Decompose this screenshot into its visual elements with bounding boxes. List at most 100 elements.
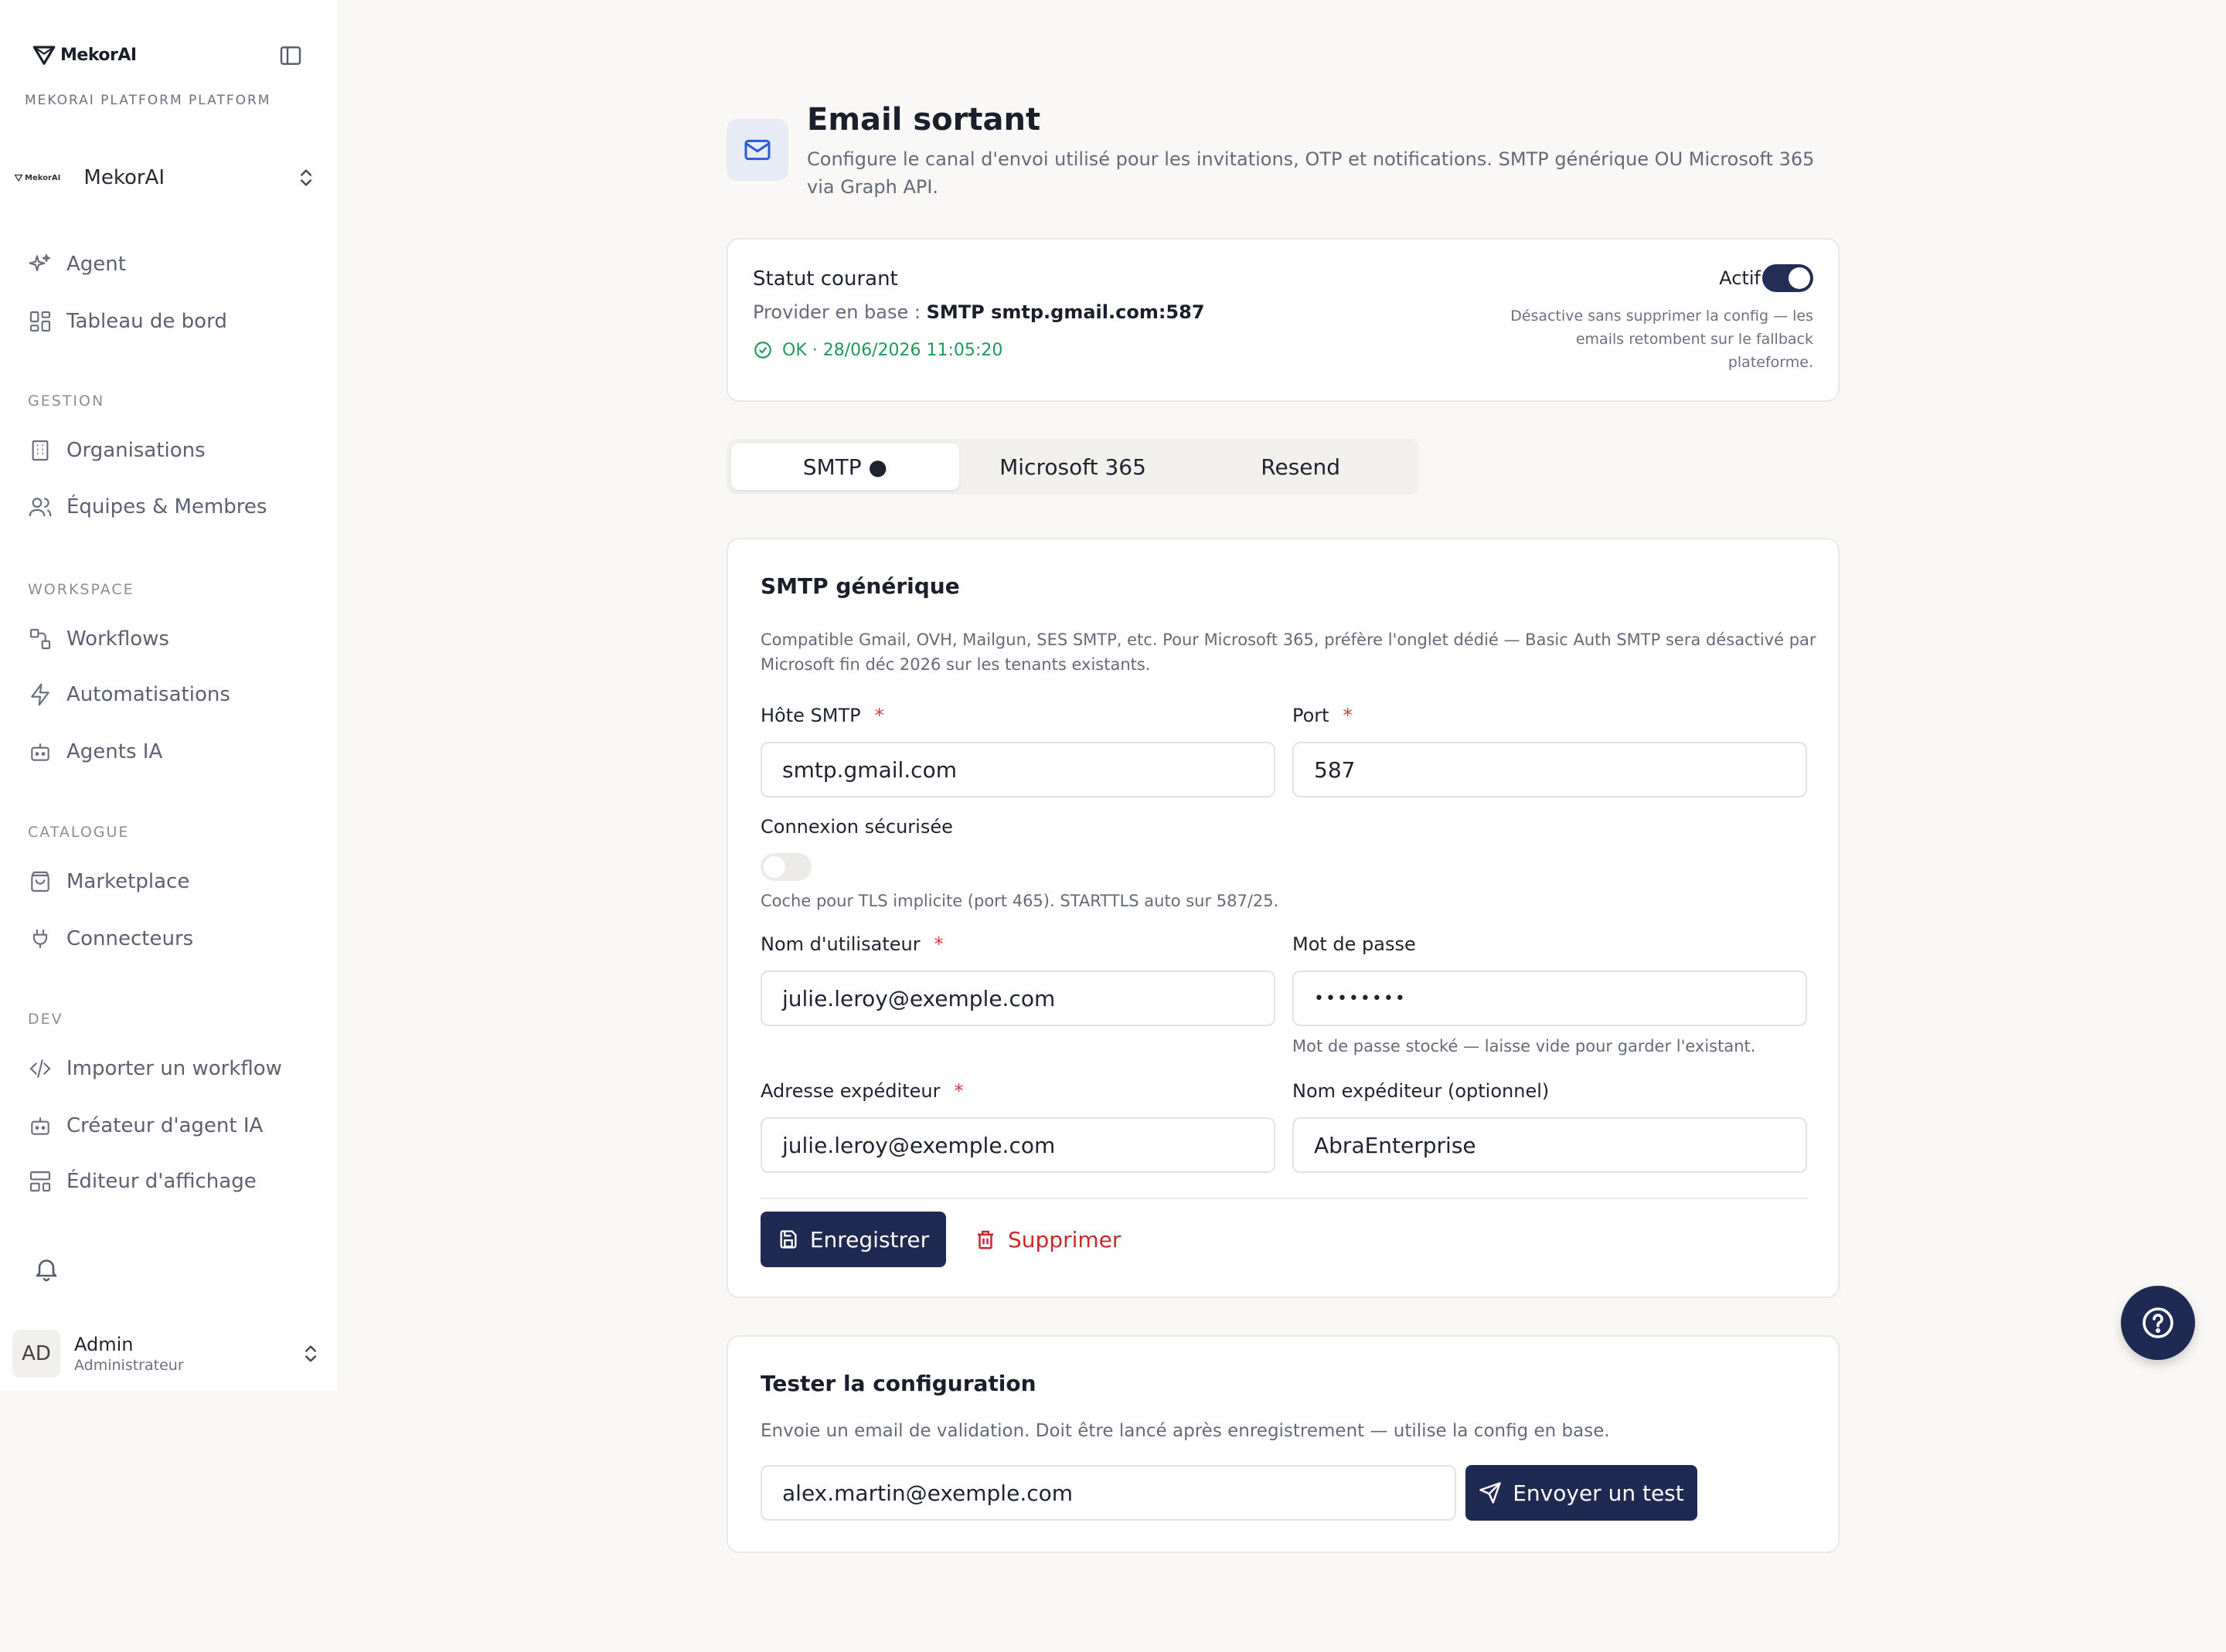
user-role: Administrateur <box>74 1357 184 1374</box>
dashboard-icon <box>29 311 51 332</box>
tab-resend[interactable]: Resend <box>1186 444 1414 490</box>
plug-icon <box>32 930 48 948</box>
sidebar-item-marketplace[interactable]: Marketplace <box>28 866 189 897</box>
sidebar-item-teams[interactable]: Équipes & Membres <box>28 491 267 522</box>
status-ok: OK · 28/06/2026 11:05:20 <box>753 340 1002 360</box>
sidebar-item-workflows[interactable]: Workflows <box>28 624 169 654</box>
mekorai-logo-icon <box>32 46 56 65</box>
from-name-label: Nom expéditeur (optionnel) <box>1292 1080 1550 1102</box>
port-input[interactable]: 587 <box>1292 742 1807 797</box>
required-mark: * <box>954 1080 964 1102</box>
password-input[interactable]: •••••••• <box>1292 970 1807 1026</box>
tab-smtp[interactable]: SMTP ● <box>731 444 959 490</box>
users-icon <box>29 498 52 517</box>
active-toggle[interactable] <box>1762 264 1813 292</box>
test-description: Envoie un email de validation. Doit être… <box>761 1421 1610 1441</box>
org-name: MekorAI <box>83 166 165 189</box>
required-mark: * <box>934 933 944 955</box>
test-title: Tester la configuration <box>761 1371 1036 1396</box>
password-hint: Mot de passe stocké — laisse vide pour g… <box>1292 1037 1756 1055</box>
test-card: Tester la configuration Envoie un email … <box>727 1335 1840 1553</box>
check-circle-icon <box>754 342 771 359</box>
bot-icon <box>31 1117 49 1135</box>
sidebar-item-ai-agents[interactable]: Agents IA <box>28 736 162 767</box>
status-card: Statut courant Provider en base : SMTP s… <box>727 238 1840 402</box>
shopping-bag-icon <box>31 871 49 892</box>
smtp-description: Compatible Gmail, OVH, Mailgun, SES SMTP… <box>761 631 1816 674</box>
test-email-input[interactable]: alex.martin@exemple.com <box>761 1465 1456 1521</box>
lightning-icon <box>31 683 49 706</box>
send-test-button[interactable]: Envoyer un test <box>1465 1465 1697 1521</box>
sidebar-toggle-button[interactable] <box>278 43 305 68</box>
sidebar-item-agent-builder[interactable]: Créateur d'agent IA <box>28 1110 263 1141</box>
delete-button[interactable]: Supprimer <box>974 1212 1121 1267</box>
sidebar-item-dashboard[interactable]: Tableau de bord <box>28 306 227 337</box>
brand-logo[interactable]: MekorAI <box>31 42 137 68</box>
send-icon <box>1479 1482 1501 1504</box>
from-name-input[interactable]: AbraEnterprise <box>1292 1117 1807 1173</box>
sidebar-item-import-workflow[interactable]: Importer un workflow <box>28 1053 282 1084</box>
smtp-card: SMTP générique Compatible Gmail, OVH, Ma… <box>727 538 1840 1298</box>
section-label-catalogue: CATALOGUE <box>28 824 130 841</box>
required-mark: * <box>1343 705 1353 726</box>
sparkles-icon <box>29 253 51 272</box>
code-icon <box>29 1059 51 1078</box>
help-circle-icon <box>2143 1307 2173 1338</box>
bot-icon <box>31 743 49 761</box>
help-button[interactable] <box>2121 1286 2195 1360</box>
mekorai-mini-logo-icon <box>14 174 23 182</box>
chevron-up-down-icon <box>301 169 311 186</box>
password-label: Mot de passe <box>1292 933 1416 955</box>
page-icon <box>727 119 788 181</box>
smtp-title: SMTP générique <box>761 573 960 599</box>
avatar: AD <box>12 1330 60 1378</box>
secure-toggle[interactable] <box>761 853 812 881</box>
user-menu[interactable]: AD Admin Administrateur <box>12 1327 329 1380</box>
layout-icon <box>29 1171 51 1192</box>
host-label: Hôte SMTP * <box>761 705 884 726</box>
platform-label: MEKORAI PLATFORM PLATFORM <box>25 93 271 108</box>
bell-icon <box>36 1259 57 1282</box>
active-label: Actif <box>1719 267 1761 289</box>
sidebar-item-organisations[interactable]: Organisations <box>28 435 206 466</box>
username-input[interactable]: julie.leroy@exemple.com <box>761 970 1275 1026</box>
section-label-workspace: WORKSPACE <box>28 581 134 598</box>
page-description: Configure le canal d'envoi utilisé pour … <box>807 148 1815 198</box>
notifications-button[interactable] <box>32 1253 60 1287</box>
save-icon <box>780 1230 797 1249</box>
provider-value: SMTP smtp.gmail.com:587 <box>926 301 1205 323</box>
port-label: Port * <box>1292 705 1353 726</box>
required-mark: * <box>874 705 884 726</box>
sidebar-item-agent[interactable]: Agent <box>28 249 126 280</box>
trash-icon <box>978 1230 993 1249</box>
sidebar: MekorAI MEKORAI PLATFORM PLATFORM MekorA… <box>0 0 339 1391</box>
sidebar-item-display-editor[interactable]: Éditeur d'affichage <box>28 1166 257 1197</box>
user-name: Admin <box>74 1334 134 1355</box>
active-note: Désactive sans supprimer la config — les… <box>1510 308 1813 371</box>
from-address-input[interactable]: julie.leroy@exemple.com <box>761 1117 1275 1173</box>
building-icon <box>32 440 49 461</box>
status-provider: Provider en base : SMTP smtp.gmail.com:5… <box>753 301 1205 323</box>
page-title: Email sortant <box>807 102 1041 138</box>
from-address-label: Adresse expéditeur * <box>761 1080 964 1102</box>
tab-microsoft-365[interactable]: Microsoft 365 <box>959 444 1187 490</box>
section-label-gestion: GESTION <box>28 393 105 410</box>
sidebar-item-connectors[interactable]: Connecteurs <box>28 923 193 954</box>
provider-tabs: SMTP ● Microsoft 365 Resend <box>727 439 1419 495</box>
save-button[interactable]: Enregistrer <box>761 1212 946 1267</box>
org-mini-logo: MekorAI <box>14 173 60 182</box>
sidebar-panel-icon <box>280 46 301 65</box>
section-label-dev: DEV <box>28 1011 63 1028</box>
sidebar-item-automations[interactable]: Automatisations <box>28 679 230 710</box>
chevron-up-down-icon <box>305 1345 316 1362</box>
secure-label: Connexion sécurisée <box>761 816 953 838</box>
smtp-host-input[interactable]: smtp.gmail.com <box>761 742 1275 797</box>
org-switcher[interactable]: MekorAI MekorAI <box>14 161 326 195</box>
mail-icon <box>744 139 771 161</box>
username-label: Nom d'utilisateur * <box>761 933 944 955</box>
brand-name: MekorAI <box>60 45 137 65</box>
status-title: Statut courant <box>753 267 898 291</box>
workflow-icon <box>29 628 51 650</box>
secure-hint: Coche pour TLS implicite (port 465). STA… <box>761 892 1279 910</box>
divider <box>761 1198 1809 1199</box>
